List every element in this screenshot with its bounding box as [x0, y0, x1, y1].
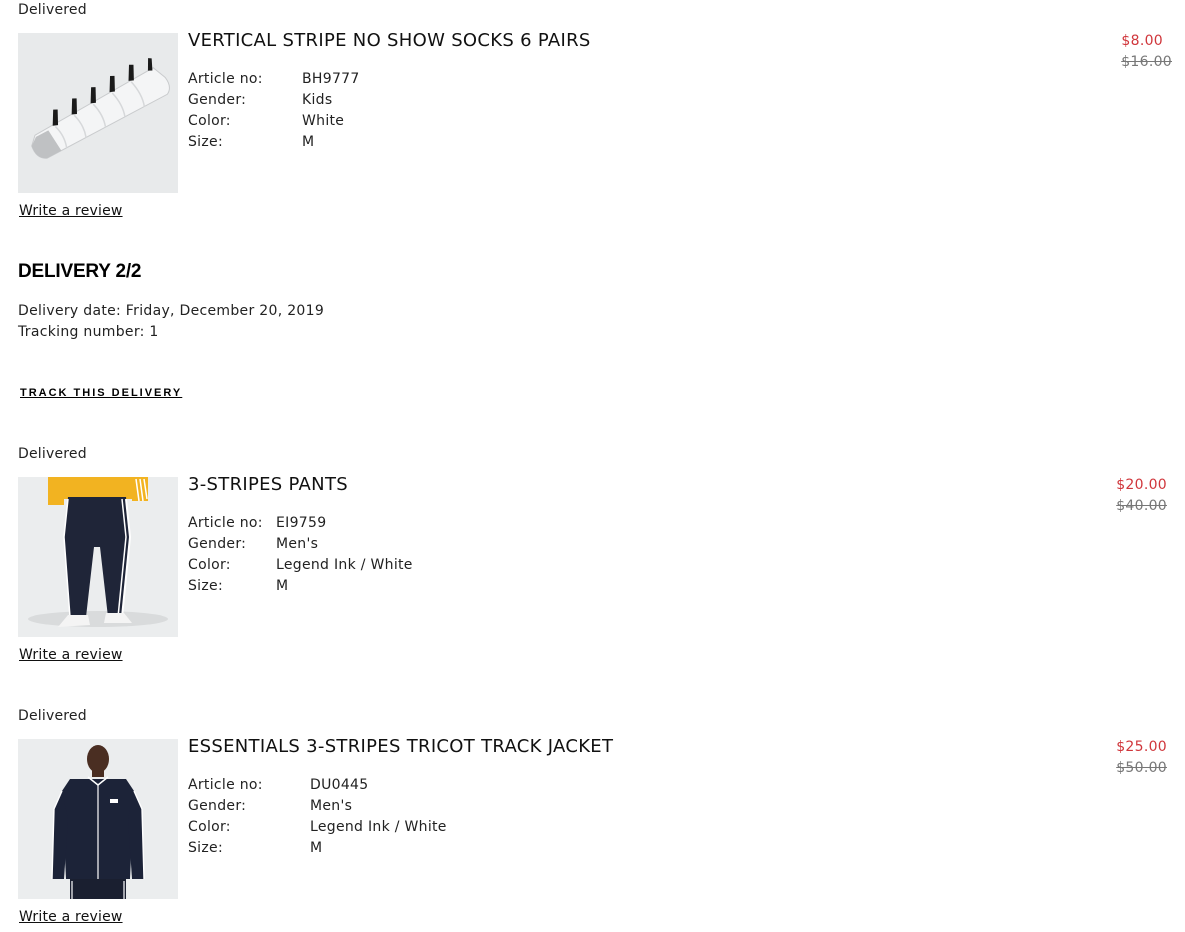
delivery-heading: DELIVERY 2/2 [18, 261, 142, 282]
attr-size: Size: M [188, 576, 413, 597]
attr-value: BH9777 [302, 71, 360, 87]
attr-value: DU0445 [310, 777, 369, 793]
socks-product-image[interactable] [18, 33, 178, 193]
original-price: $16.00 [1121, 54, 1172, 70]
attr-article: Article no: EI9759 [188, 513, 413, 534]
attr-gender: Gender: Kids [188, 90, 360, 111]
attr-value: M [310, 840, 323, 856]
attr-value: EI9759 [276, 515, 327, 531]
attr-value: White [302, 113, 345, 129]
delivery-info: Delivery date: Friday, December 20, 2019… [18, 301, 324, 343]
attr-color: Color: Legend Ink / White [188, 555, 413, 576]
attr-label: Size: [188, 840, 223, 856]
attr-label: Gender: [188, 536, 247, 552]
attr-size: Size: M [188, 132, 360, 153]
delivery-date: Delivery date: Friday, December 20, 2019 [18, 303, 325, 319]
attr-label: Article no: [188, 515, 263, 531]
attr-value: M [302, 134, 315, 150]
attr-label: Size: [188, 134, 223, 150]
tracking-number: Tracking number: 1 [18, 324, 159, 340]
product-title[interactable]: 3-STRIPES PANTS [188, 474, 348, 495]
attr-gender: Gender: Men's [188, 534, 413, 555]
write-review-link[interactable]: Write a review [19, 203, 123, 219]
sale-price: $25.00 [1116, 739, 1167, 755]
product-title[interactable]: VERTICAL STRIPE NO SHOW SOCKS 6 PAIRS [188, 30, 591, 51]
attr-label: Color: [188, 113, 231, 129]
pants-product-image[interactable] [18, 477, 178, 637]
attr-color: Color: White [188, 111, 360, 132]
original-price: $40.00 [1116, 498, 1167, 514]
attr-article: Article no: DU0445 [188, 775, 447, 796]
delivery-status: Delivered [18, 708, 87, 724]
jacket-product-image[interactable] [18, 739, 178, 899]
attr-label: Color: [188, 819, 231, 835]
attr-value: Legend Ink / White [276, 557, 413, 573]
sale-price: $20.00 [1116, 477, 1167, 493]
attr-size: Size: M [188, 838, 447, 859]
attr-value: Men's [276, 536, 319, 552]
attr-value: Legend Ink / White [310, 819, 447, 835]
product-title[interactable]: ESSENTIALS 3-STRIPES TRICOT TRACK JACKET [188, 736, 613, 757]
delivery-status: Delivered [18, 446, 87, 462]
socks-illustration [18, 33, 178, 193]
write-review-link[interactable]: Write a review [19, 909, 123, 925]
pants-illustration [18, 477, 178, 637]
product-attributes: Article no: EI9759 Gender: Men's Color: … [188, 513, 413, 597]
attr-value: Men's [310, 798, 353, 814]
attr-label: Gender: [188, 92, 247, 108]
delivery-status: Delivered [18, 2, 87, 18]
attr-color: Color: Legend Ink / White [188, 817, 447, 838]
attr-label: Article no: [188, 71, 263, 87]
attr-label: Article no: [188, 777, 263, 793]
jacket-illustration [18, 739, 178, 899]
attr-label: Color: [188, 557, 231, 573]
attr-value: M [276, 578, 289, 594]
attr-article: Article no: BH9777 [188, 69, 360, 90]
attr-label: Gender: [188, 798, 247, 814]
attr-label: Size: [188, 578, 223, 594]
original-price: $50.00 [1116, 760, 1167, 776]
product-attributes: Article no: DU0445 Gender: Men's Color: … [188, 775, 447, 859]
write-review-link[interactable]: Write a review [19, 647, 123, 663]
product-attributes: Article no: BH9777 Gender: Kids Color: W… [188, 69, 360, 153]
attr-value: Kids [302, 92, 333, 108]
attr-gender: Gender: Men's [188, 796, 447, 817]
track-delivery-link[interactable]: TRACK THIS DELIVERY [20, 387, 182, 399]
sale-price: $8.00 [1121, 33, 1163, 49]
